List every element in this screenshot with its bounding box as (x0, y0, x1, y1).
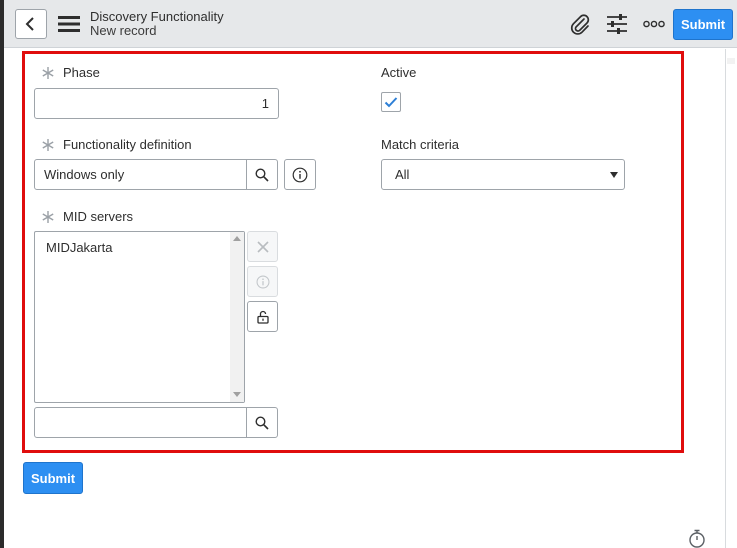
close-icon (256, 240, 269, 253)
sliders-icon (607, 14, 627, 34)
unlock-icon (256, 310, 269, 324)
mid-server-info-button[interactable] (247, 266, 278, 297)
mid-servers-list-scrollbar[interactable] (230, 232, 244, 402)
info-icon (292, 167, 308, 182)
back-icon (25, 17, 34, 31)
page-title: Discovery Functionality (90, 9, 224, 24)
info-icon (256, 275, 269, 288)
stopwatch-icon[interactable] (688, 529, 706, 548)
mid-servers-list[interactable]: MIDJakarta (34, 231, 245, 403)
page-subtitle: New record (90, 23, 157, 38)
scroll-up-icon[interactable] (233, 236, 241, 241)
mid-servers-label: MID servers (63, 209, 134, 224)
unlock-mid-servers-button[interactable] (247, 301, 278, 332)
page-scrollbar-thumb[interactable] (727, 58, 735, 64)
back-button[interactable] (15, 9, 47, 39)
left-edge-bar (0, 0, 4, 548)
functionality-definition-info-button[interactable] (284, 159, 316, 190)
functionality-definition-lookup-button[interactable] (246, 159, 278, 190)
menu-icon[interactable] (58, 16, 80, 32)
dropdown-arrow-icon (610, 172, 618, 178)
match-criteria-label: Match criteria (381, 137, 460, 152)
form-header: Discovery Functionality New record Submi… (4, 0, 737, 48)
attachment-button[interactable] (568, 13, 592, 35)
phase-input[interactable]: 1 (34, 88, 279, 119)
match-criteria-selected-value: All (395, 167, 410, 182)
checkmark-icon (384, 97, 398, 108)
functionality-definition-label: Functionality definition (63, 137, 192, 152)
functionality-definition-input[interactable]: Windows only (34, 159, 247, 190)
paperclip-icon (570, 14, 590, 35)
page-scrollbar[interactable] (725, 49, 726, 548)
active-label: Active (381, 65, 417, 80)
phase-label: Phase (63, 65, 100, 80)
required-asterisk-icon (42, 211, 54, 223)
search-icon (255, 167, 269, 182)
required-asterisk-icon (42, 139, 54, 151)
remove-mid-server-button[interactable] (247, 231, 278, 262)
match-criteria-select[interactable]: All (381, 159, 625, 190)
mid-servers-search-input[interactable] (34, 407, 247, 438)
more-options-button[interactable] (642, 13, 666, 35)
more-icon (643, 20, 665, 28)
personalize-form-button[interactable] (605, 13, 629, 35)
submit-button-top[interactable]: Submit (673, 9, 733, 40)
search-icon (255, 415, 269, 430)
active-checkbox[interactable] (381, 92, 401, 112)
mid-servers-lookup-button[interactable] (246, 407, 278, 438)
scroll-down-icon[interactable] (233, 392, 241, 397)
list-item[interactable]: MIDJakarta (46, 240, 112, 255)
required-asterisk-icon (42, 67, 54, 79)
submit-button-bottom[interactable]: Submit (23, 462, 83, 494)
